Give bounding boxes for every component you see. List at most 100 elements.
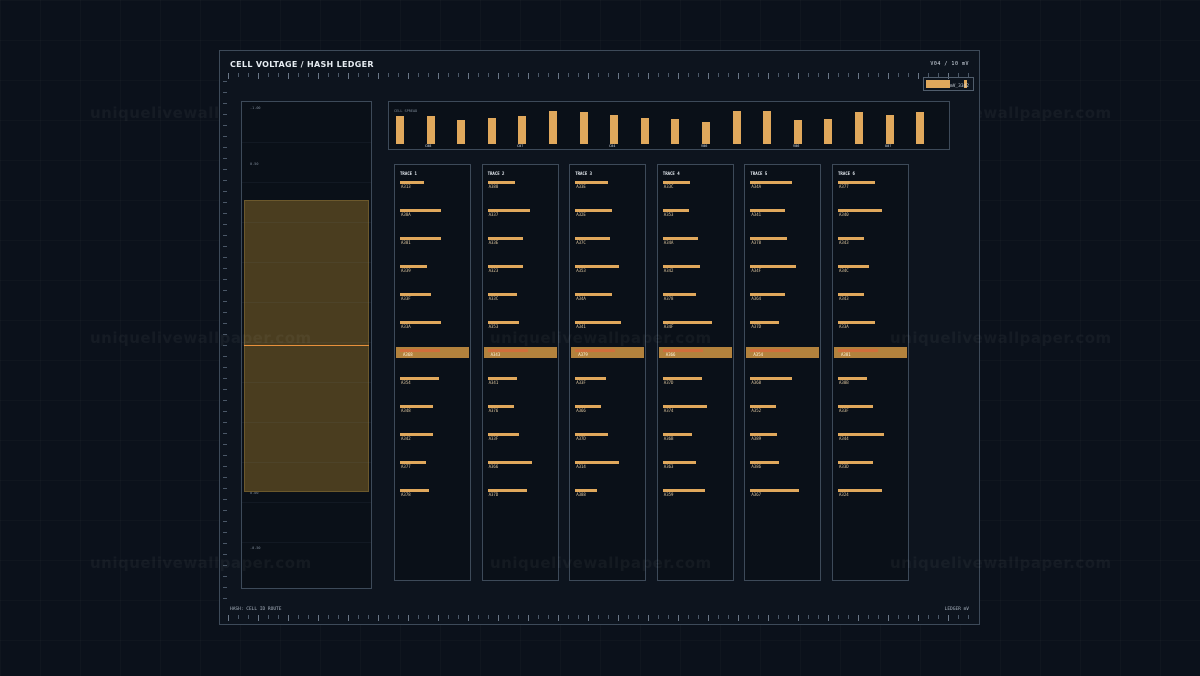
- ledger-row[interactable]: A367: [750, 489, 817, 503]
- ledger-row[interactable]: A388: [487, 181, 555, 195]
- ledger-row[interactable]: A359: [662, 489, 730, 503]
- ledger-row[interactable]: A324: [838, 489, 905, 503]
- ledger-row[interactable]: A352: [750, 405, 817, 419]
- row-id-label: A314: [576, 464, 586, 469]
- ledger-row[interactable]: A339: [400, 265, 467, 279]
- ledger-row[interactable]: A313: [400, 181, 467, 195]
- ledger-row[interactable]: A376: [487, 405, 555, 419]
- ledger-row[interactable]: A34C: [838, 265, 905, 279]
- ledger-row[interactable]: A386: [750, 461, 817, 475]
- ruler-tick: [508, 615, 509, 619]
- ledger-row[interactable]: A342: [662, 265, 730, 279]
- ledger-row[interactable]: A377: [400, 461, 467, 475]
- ledger-row[interactable]: A378: [400, 489, 467, 503]
- ledger-row[interactable]: A33C: [662, 181, 730, 195]
- ledger-row[interactable]: A33C: [487, 293, 555, 307]
- cell-bar[interactable]: [855, 112, 863, 144]
- ledger-row[interactable]: A340: [838, 209, 905, 223]
- ledger-row[interactable]: A344: [838, 433, 905, 447]
- ledger-row[interactable]: A33F: [400, 293, 467, 307]
- ledger-row[interactable]: A341: [487, 377, 555, 391]
- row-id-label: A34A: [663, 240, 674, 245]
- selected-row[interactable]: A381: [834, 347, 907, 358]
- cell-bar[interactable]: [426, 116, 435, 144]
- cell-bar[interactable]: [793, 120, 802, 144]
- ledger-row[interactable]: A366: [575, 405, 642, 419]
- cell-bar[interactable]: [763, 111, 772, 144]
- ledger-row[interactable]: A37D: [575, 433, 642, 447]
- ledger-row[interactable]: A33E: [487, 237, 555, 251]
- cell-bar[interactable]: [885, 115, 894, 144]
- row-id-label: A37D: [751, 324, 762, 329]
- ledger-row[interactable]: A378: [750, 237, 817, 251]
- ledger-row[interactable]: A381: [400, 237, 467, 251]
- ledger-row[interactable]: A323: [487, 265, 555, 279]
- ruler-tick: [868, 615, 869, 619]
- ledger-row[interactable]: A33F: [487, 433, 555, 447]
- ledger-row[interactable]: A37D: [487, 489, 555, 503]
- ruler-tick: [338, 615, 339, 619]
- cell-bar[interactable]: [610, 115, 619, 144]
- ledger-row[interactable]: A363: [662, 461, 730, 475]
- ledger-row[interactable]: A388: [575, 489, 642, 503]
- ruler-tick: [908, 73, 909, 77]
- cell-bar[interactable]: [579, 112, 588, 144]
- ledger-row[interactable]: A314: [575, 461, 642, 475]
- ledger-row[interactable]: A353: [575, 265, 642, 279]
- ledger-row[interactable]: A341: [750, 209, 817, 223]
- selected-row[interactable]: A379: [571, 347, 645, 358]
- cell-bar[interactable]: [702, 122, 710, 144]
- cell-bar[interactable]: [824, 119, 833, 144]
- ledger-row[interactable]: A32E: [575, 209, 642, 223]
- cell-bar[interactable]: [487, 118, 496, 144]
- ledger-row[interactable]: A374: [662, 405, 730, 419]
- ledger-row[interactable]: A33F: [838, 405, 905, 419]
- selected-row[interactable]: A368: [396, 347, 469, 358]
- ledger-row[interactable]: A38B: [838, 377, 905, 391]
- ledger-row[interactable]: A343: [838, 293, 905, 307]
- cell-bar[interactable]: [916, 112, 925, 144]
- ledger-row[interactable]: A34A: [575, 293, 642, 307]
- ledger-row[interactable]: A33E: [575, 181, 642, 195]
- ledger-row[interactable]: A342: [400, 433, 467, 447]
- ledger-row[interactable]: A348: [400, 405, 467, 419]
- ledger-row[interactable]: A38A: [400, 209, 467, 223]
- cell-bar[interactable]: [518, 116, 527, 144]
- ruler-tick: [223, 422, 227, 423]
- cell-bar[interactable]: [671, 119, 680, 144]
- cell-bar[interactable]: [396, 116, 404, 144]
- ledger-row[interactable]: A378: [662, 293, 730, 307]
- ledger-row[interactable]: A33F: [575, 377, 642, 391]
- ledger-row[interactable]: A34A: [662, 237, 730, 251]
- cell-bar[interactable]: [732, 111, 741, 144]
- ledger-row[interactable]: A37D: [662, 377, 730, 391]
- ledger-row[interactable]: A34F: [750, 265, 817, 279]
- selected-row-label: A368: [403, 351, 413, 357]
- selected-row[interactable]: A366: [658, 347, 732, 358]
- ruler-tick: [948, 615, 949, 621]
- ledger-row[interactable]: A377: [838, 181, 905, 195]
- selected-row[interactable]: A354: [746, 347, 820, 358]
- ledger-row[interactable]: A37D: [750, 321, 817, 335]
- cell-bar[interactable]: [457, 120, 466, 144]
- ledger-row[interactable]: A36B: [662, 433, 730, 447]
- ledger-row[interactable]: A343: [838, 237, 905, 251]
- ledger-row[interactable]: A366: [487, 461, 555, 475]
- ledger-row[interactable]: A337: [487, 209, 555, 223]
- ledger-row[interactable]: A34A: [750, 181, 817, 195]
- cell-bar-label: V06: [701, 144, 708, 148]
- ledger-row[interactable]: A33D: [838, 461, 905, 475]
- ledger-row[interactable]: A368: [750, 377, 817, 391]
- ruler-tick: [223, 543, 227, 544]
- zoom-slider[interactable]: mV_3342: [923, 77, 974, 91]
- ledger-row[interactable]: A353: [662, 209, 730, 223]
- ledger-row[interactable]: A33A: [400, 321, 467, 335]
- cell-bar[interactable]: [640, 118, 649, 144]
- selected-row[interactable]: A343: [483, 347, 557, 358]
- ledger-row[interactable]: A389: [750, 433, 817, 447]
- ledger-row[interactable]: A364: [750, 293, 817, 307]
- row-id-label: A342: [663, 268, 674, 273]
- cell-bar[interactable]: [549, 111, 557, 144]
- ledger-row[interactable]: A354: [400, 377, 467, 391]
- ledger-row[interactable]: A37C: [575, 237, 642, 251]
